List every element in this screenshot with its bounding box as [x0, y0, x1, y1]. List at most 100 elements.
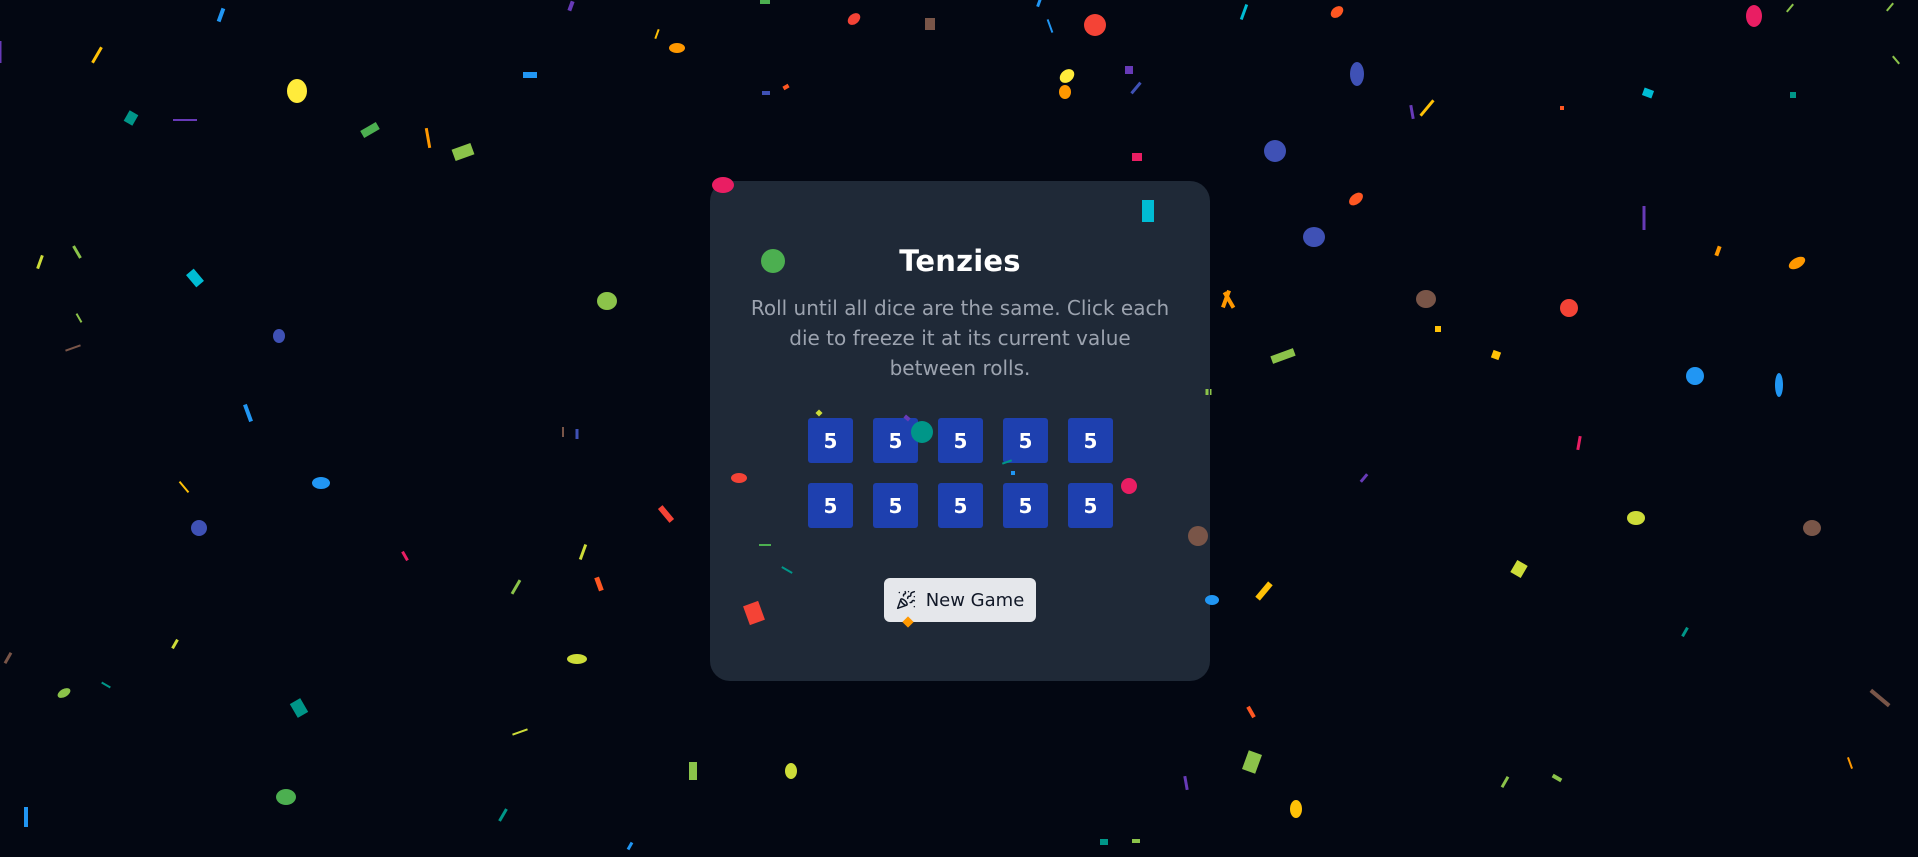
confetti-piece — [512, 728, 528, 736]
confetti-piece — [1714, 245, 1722, 257]
confetti-piece — [1330, 6, 1344, 18]
confetti-piece — [657, 505, 675, 523]
confetti-piece — [1790, 92, 1796, 98]
confetti-piece — [1775, 373, 1783, 397]
die-1[interactable]: 5 — [808, 418, 853, 463]
confetti-piece — [1239, 3, 1249, 21]
die-4[interactable]: 5 — [1003, 418, 1048, 463]
confetti-piece — [287, 79, 307, 103]
confetti-piece — [1059, 85, 1071, 99]
confetti-piece — [72, 245, 82, 259]
confetti-piece — [1125, 66, 1133, 74]
confetti-piece — [1416, 290, 1436, 308]
die-10[interactable]: 5 — [1068, 483, 1113, 528]
confetti-piece — [91, 46, 103, 64]
confetti-piece — [1255, 581, 1273, 601]
confetti-piece — [1642, 206, 1646, 230]
confetti-piece — [1786, 3, 1794, 13]
confetti-piece — [1490, 349, 1502, 361]
confetti-piece — [101, 681, 111, 689]
confetti-piece — [1303, 227, 1325, 247]
party-popper-icon — [896, 590, 915, 610]
confetti-piece — [523, 72, 537, 78]
confetti-piece — [578, 543, 588, 561]
confetti-piece — [178, 480, 190, 494]
confetti-piece — [1510, 559, 1528, 579]
confetti-piece — [24, 807, 28, 827]
confetti-piece — [1627, 511, 1645, 525]
confetti-piece — [847, 13, 861, 25]
confetti-piece — [36, 254, 44, 270]
confetti-piece — [1847, 757, 1853, 769]
confetti-piece — [1576, 435, 1582, 451]
confetti-piece — [1222, 291, 1236, 309]
confetti-piece — [1132, 839, 1140, 843]
instructions-text: Roll until all dice are the same. Click … — [750, 296, 1170, 380]
confetti-piece — [1183, 775, 1189, 791]
app-window: Tenzies Roll until all dice are the same… — [0, 0, 1918, 857]
confetti-piece — [1560, 106, 1564, 110]
confetti-piece — [276, 789, 296, 805]
confetti-piece — [669, 43, 685, 53]
confetti-piece — [243, 403, 253, 423]
confetti-piece — [1264, 140, 1286, 162]
confetti-piece — [1803, 520, 1821, 536]
die-2[interactable]: 5 — [873, 418, 918, 463]
confetti-piece — [65, 344, 81, 352]
confetti-piece — [424, 127, 432, 149]
confetti-piece — [594, 576, 604, 592]
die-6[interactable]: 5 — [808, 483, 853, 528]
confetti-piece — [498, 808, 508, 822]
confetti-piece — [760, 0, 770, 4]
confetti-piece — [273, 329, 285, 343]
confetti-piece — [216, 7, 226, 23]
confetti-piece — [1686, 367, 1704, 385]
confetti-piece — [171, 638, 179, 650]
confetti-piece — [1435, 326, 1441, 332]
confetti-piece — [562, 427, 564, 437]
die-8[interactable]: 5 — [938, 483, 983, 528]
confetti-piece — [401, 550, 409, 562]
confetti-piece — [1132, 153, 1142, 161]
confetti-piece — [191, 520, 207, 536]
confetti-piece — [360, 122, 380, 138]
confetti-piece — [1059, 69, 1075, 83]
new-game-label: New Game — [925, 589, 1025, 611]
die-5[interactable]: 5 — [1068, 418, 1113, 463]
confetti-piece — [782, 83, 790, 91]
new-game-button[interactable]: New Game — [884, 578, 1036, 622]
confetti-piece — [1350, 62, 1364, 86]
die-3[interactable]: 5 — [938, 418, 983, 463]
dice-grid: 5 5 5 5 5 5 5 5 5 5 — [808, 418, 1118, 528]
confetti-piece — [1084, 14, 1106, 36]
confetti-piece — [510, 579, 522, 595]
confetti-piece — [1349, 192, 1363, 206]
confetti-piece — [1242, 750, 1262, 774]
confetti-piece — [925, 18, 935, 30]
confetti-piece — [785, 763, 797, 779]
confetti-piece — [597, 292, 617, 310]
confetti-piece — [1246, 705, 1256, 719]
confetti-piece — [567, 654, 587, 664]
die-7[interactable]: 5 — [873, 483, 918, 528]
confetti-piece — [1869, 688, 1891, 708]
confetti-piece — [626, 841, 634, 851]
confetti-piece — [1560, 299, 1578, 317]
confetti-piece — [173, 119, 197, 121]
confetti-piece — [123, 110, 139, 126]
die-9[interactable]: 5 — [1003, 483, 1048, 528]
confetti-piece — [1359, 473, 1369, 483]
confetti-piece — [1290, 800, 1302, 818]
confetti-piece — [1788, 256, 1806, 270]
confetti-piece — [567, 0, 575, 12]
confetti-piece — [3, 652, 13, 664]
confetti-piece — [0, 41, 2, 63]
page-title: Tenzies — [899, 244, 1021, 278]
confetti-piece — [75, 313, 83, 323]
confetti-piece — [1419, 99, 1435, 117]
confetti-piece — [1409, 104, 1415, 120]
confetti-piece — [1130, 81, 1142, 95]
confetti-piece — [1641, 87, 1655, 99]
confetti-piece — [1681, 626, 1689, 638]
confetti-piece — [289, 698, 309, 718]
